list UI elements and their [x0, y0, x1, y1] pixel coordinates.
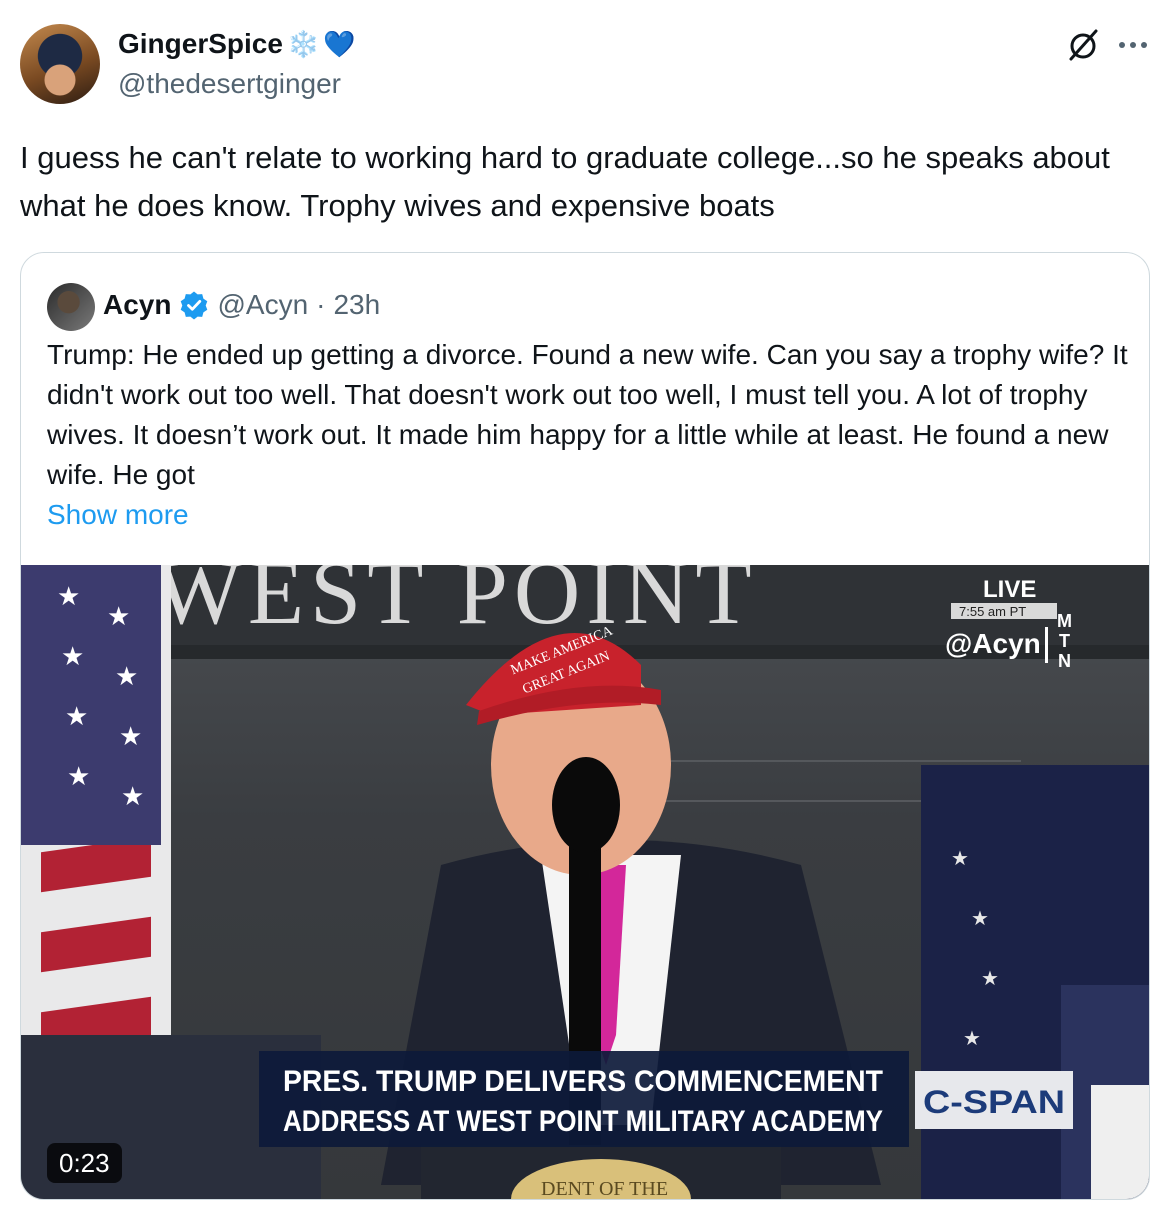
author-handle[interactable]: @thedesertginger [118, 66, 341, 102]
svg-text:★: ★ [107, 602, 130, 632]
blue-heart-emoji: 💙 [323, 29, 356, 59]
dot-separator: · [316, 289, 326, 320]
more-icon[interactable] [1112, 28, 1154, 62]
svg-text:★: ★ [57, 582, 80, 612]
svg-text:★: ★ [971, 906, 989, 930]
acyn-watermark: @Acyn [945, 628, 1041, 659]
chyron-line1: PRES. TRUMP DELIVERS COMMENCEMENT [283, 1065, 883, 1098]
video-player[interactable]: WEST POINT ★ ★ ★ ★ ★ ★ ★ ★ ★ ★ ★ ★ MAKE … [21, 565, 1149, 1199]
svg-text:★: ★ [61, 642, 84, 672]
svg-text:★: ★ [121, 782, 144, 812]
svg-text:★: ★ [65, 702, 88, 732]
snowflake-emoji: ❄️ [286, 29, 320, 59]
svg-text:★: ★ [115, 662, 138, 692]
mtn-m: M [1057, 611, 1072, 631]
quoted-tweet[interactable]: Acyn @Acyn · 23h Trump: He ended up gett… [20, 252, 1150, 1200]
svg-text:★: ★ [963, 1026, 981, 1050]
quoted-author-handle[interactable]: @Acyn [217, 289, 308, 321]
author-display-name[interactable]: GingerSpice [118, 26, 283, 62]
live-time: 7:55 am PT [959, 604, 1026, 619]
svg-text:★: ★ [981, 966, 999, 990]
grok-icon[interactable] [1066, 28, 1100, 62]
quoted-timestamp[interactable]: 23h [333, 289, 380, 321]
cspan-logo: C-SPAN [923, 1084, 1065, 1120]
video-frame: WEST POINT ★ ★ ★ ★ ★ ★ ★ ★ ★★ ★★ MAKE AMERIC… [21, 565, 1149, 1199]
live-label: LIVE [983, 576, 1036, 603]
tweet-text: I guess he can't relate to working hard … [20, 140, 1110, 223]
backdrop-text: WEST POINT [155, 565, 758, 643]
verified-badge-icon [181, 291, 208, 320]
show-more-link[interactable]: Show more [47, 495, 189, 535]
quoted-author-name[interactable]: Acyn [103, 289, 171, 321]
author-name-row[interactable]: GingerSpice ❄️ 💙 [118, 26, 356, 62]
svg-text:★: ★ [119, 722, 142, 752]
chyron-line2: ADDRESS AT WEST POINT MILITARY ACADEMY [283, 1105, 883, 1138]
seal-text: DENT OF THE [541, 1178, 668, 1199]
video-duration: 0:23 [47, 1143, 122, 1183]
mtn-n: N [1058, 651, 1071, 671]
quoted-author-avatar[interactable] [47, 283, 95, 331]
svg-text:★: ★ [951, 846, 969, 870]
quoted-tweet-text: Trump: He ended up getting a divorce. Fo… [47, 339, 1128, 490]
mtn-t: T [1059, 631, 1070, 651]
author-avatar[interactable] [20, 24, 100, 104]
svg-text:★: ★ [67, 762, 90, 792]
quoted-tweet-header: Acyn @Acyn · 23h [103, 283, 380, 327]
